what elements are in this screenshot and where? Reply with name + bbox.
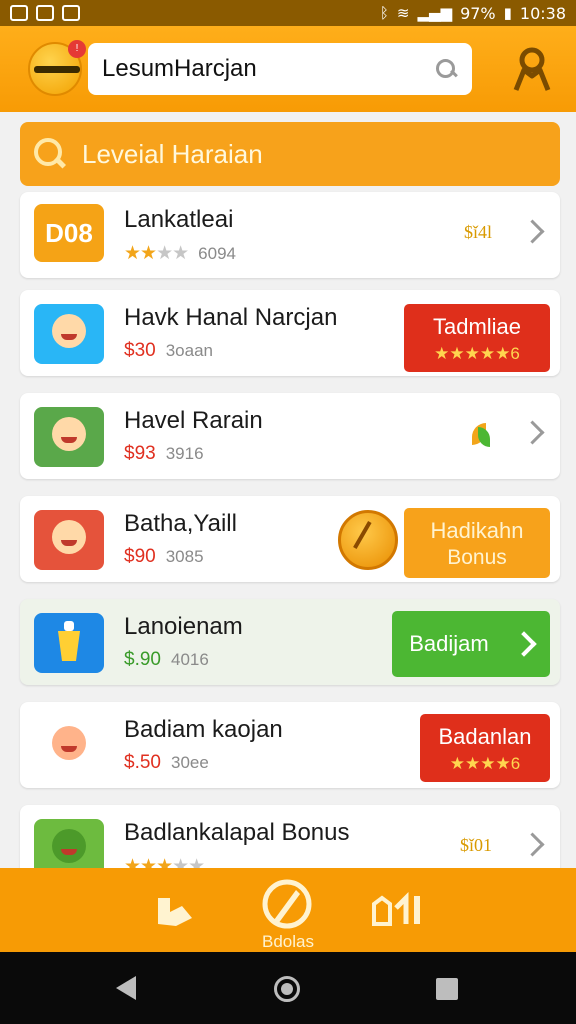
app-thumbnail [34, 407, 104, 467]
chart-icon[interactable] [370, 868, 426, 952]
app-price: $90 [124, 546, 156, 567]
system-navigation-bar [0, 952, 576, 1024]
app-thumbnail [34, 613, 104, 673]
section-header[interactable]: Leveial Haraian [20, 122, 560, 186]
list-item[interactable]: Lanoienam $.90 4016 Badijam [20, 599, 560, 685]
search-icon [34, 138, 66, 170]
chevron-right-icon[interactable] [522, 831, 542, 861]
battery-icon: ▮ [503, 4, 512, 22]
notification-icon [62, 5, 80, 21]
list-item[interactable]: Havel Rarain $93 3916 [20, 393, 560, 479]
bonus-button-label: Hadikahn [430, 518, 524, 543]
user-icon[interactable] [512, 46, 552, 92]
search-input[interactable]: LesumHarcjan [88, 43, 472, 95]
action-button[interactable]: Tadmliae ★★★★★6 [404, 304, 550, 372]
leaf-icon [470, 419, 492, 451]
bonus-button[interactable]: Hadikahn Bonus [404, 508, 550, 578]
list-item[interactable]: D08 Lankatleai ★★★★ 6094 $ǐ4l [20, 192, 560, 278]
app-price: $.50 [124, 752, 161, 773]
smiley-logo-icon[interactable]: ! [28, 40, 86, 96]
nav-label: Bdolas [262, 932, 314, 951]
section-title: Leveial Haraian [82, 138, 263, 169]
app-thumbnail: D08 [34, 204, 104, 262]
go-button-label: Badijam [409, 631, 489, 656]
app-price: $.90 [124, 649, 161, 670]
app-price: $30 [124, 340, 156, 361]
go-button[interactable]: Badijam [392, 611, 550, 677]
recent-apps-icon[interactable] [436, 978, 458, 1000]
app-name: Batha,Yaill [124, 510, 237, 537]
app-header: ! LesumHarcjan [0, 26, 576, 112]
app-meta: 4016 [170, 650, 209, 669]
app-name: Havel Rarain [124, 407, 263, 434]
action-button-rating: ★★★★★6 [434, 344, 520, 363]
notification-icon [10, 5, 28, 21]
bottom-navigation: Bdolas [0, 868, 576, 952]
app-thumbnail [34, 716, 104, 776]
bluetooth-icon: ᛒ [379, 4, 389, 22]
app-name: Lanoienam [124, 613, 243, 640]
action-button-label: Badanlan [438, 724, 532, 749]
app-meta: 30ee [170, 753, 209, 772]
price-tag: $ǐ01 [459, 835, 492, 855]
app-name: Havk Hanal Narcjan [124, 304, 338, 331]
arrow-right-icon [511, 631, 537, 657]
search-icon[interactable] [434, 57, 458, 81]
app-meta: 3916 [165, 444, 204, 463]
list-item[interactable]: Batha,Yaill $90 3085 Hadikahn Bonus [20, 496, 560, 582]
drink-icon [58, 621, 80, 661]
app-price: $93 [124, 443, 156, 464]
app-list: Leveial Haraian D08 Lankatleai ★★★★ 6094… [20, 122, 560, 908]
price-tag: $ǐ4l [463, 222, 492, 242]
action-button-rating: ★★★★6 [449, 754, 521, 773]
app-meta: 6094 [198, 244, 236, 263]
action-button[interactable]: Badanlan ★★★★6 [420, 714, 550, 782]
back-icon[interactable] [116, 976, 136, 1000]
chevron-right-icon[interactable] [522, 419, 542, 449]
wifi-icon: ≋ [396, 4, 410, 22]
app-name: Badlankalapal Bonus [124, 819, 350, 846]
action-button-label: Tadmliae [432, 314, 522, 339]
bonus-button-sub: Bonus [447, 546, 507, 569]
list-item[interactable]: Badiam kaojan $.50 30ee Badanlan ★★★★6 [20, 702, 560, 788]
home-icon[interactable] [274, 976, 300, 1002]
app-thumbnail [34, 510, 104, 570]
app-name: Lankatleai [124, 206, 234, 233]
star-rating: ★★★★ [124, 243, 189, 264]
battery-level: 97% [460, 3, 496, 23]
notification-icon [36, 5, 54, 21]
clock: 10:38 [519, 3, 566, 23]
app-meta: 3oaan [165, 341, 213, 360]
list-item[interactable]: Havk Hanal Narcjan $30 3oaan Tadmliae ★★… [20, 290, 560, 376]
coin-icon[interactable] [338, 510, 398, 570]
tag-icon[interactable] [150, 868, 200, 952]
signal-icon: ▂▄▆ [417, 4, 453, 22]
notification-badge: ! [68, 40, 86, 58]
chevron-right-icon[interactable] [522, 218, 542, 248]
search-input-value: LesumHarcjan [102, 55, 257, 82]
status-bar: ᛒ ≋ ▂▄▆ 97% ▮ 10:38 [0, 0, 576, 26]
app-thumbnail [34, 304, 104, 364]
app-name: Badiam kaojan [124, 716, 283, 743]
app-meta: 3085 [165, 547, 204, 566]
